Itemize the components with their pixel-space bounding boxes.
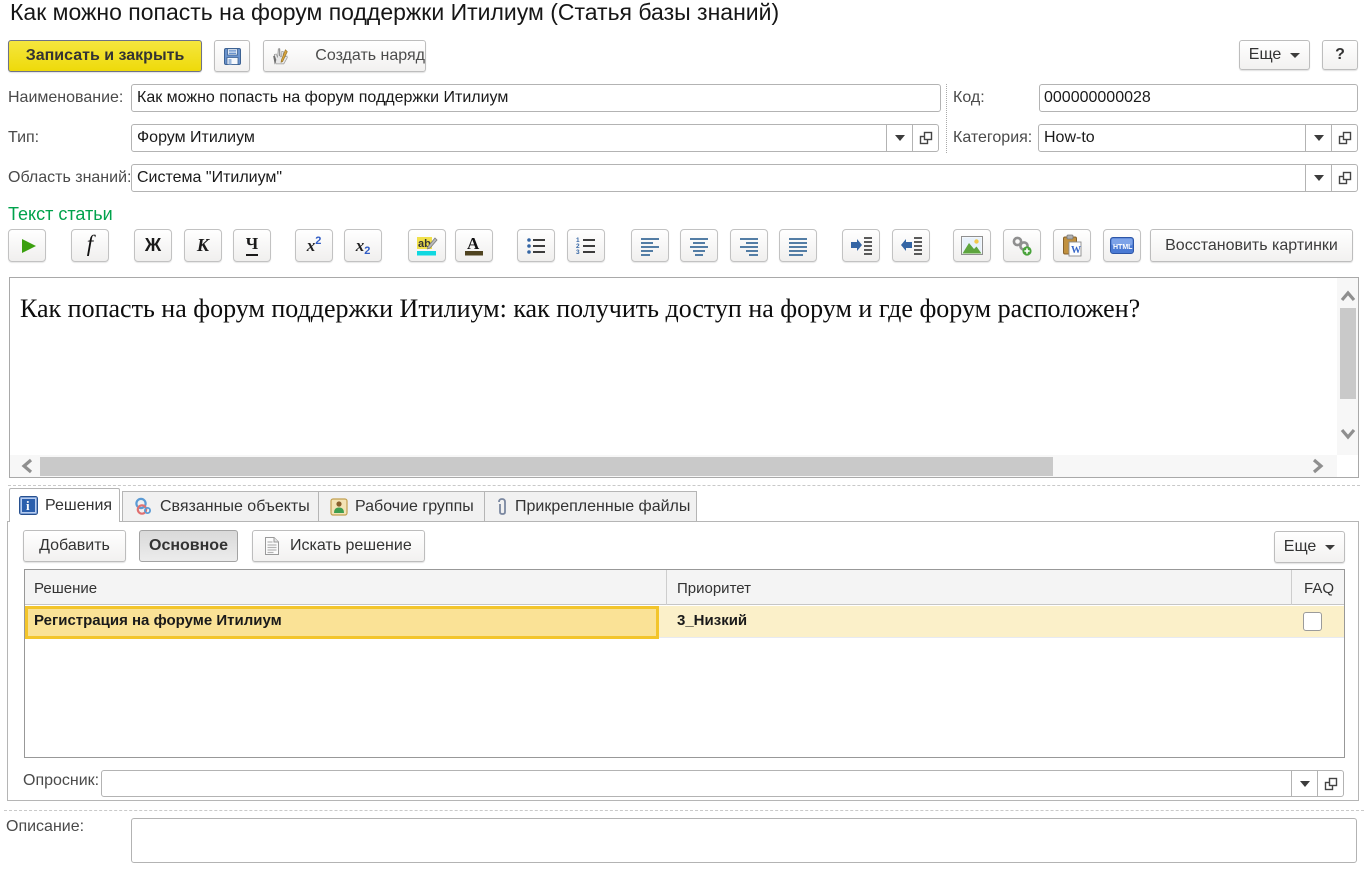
svg-text:HTML: HTML <box>1113 244 1133 251</box>
svg-text:i: i <box>26 498 30 513</box>
svg-text:W: W <box>1071 245 1081 256</box>
svg-text:A: A <box>467 234 480 253</box>
svg-text:3: 3 <box>576 249 580 256</box>
